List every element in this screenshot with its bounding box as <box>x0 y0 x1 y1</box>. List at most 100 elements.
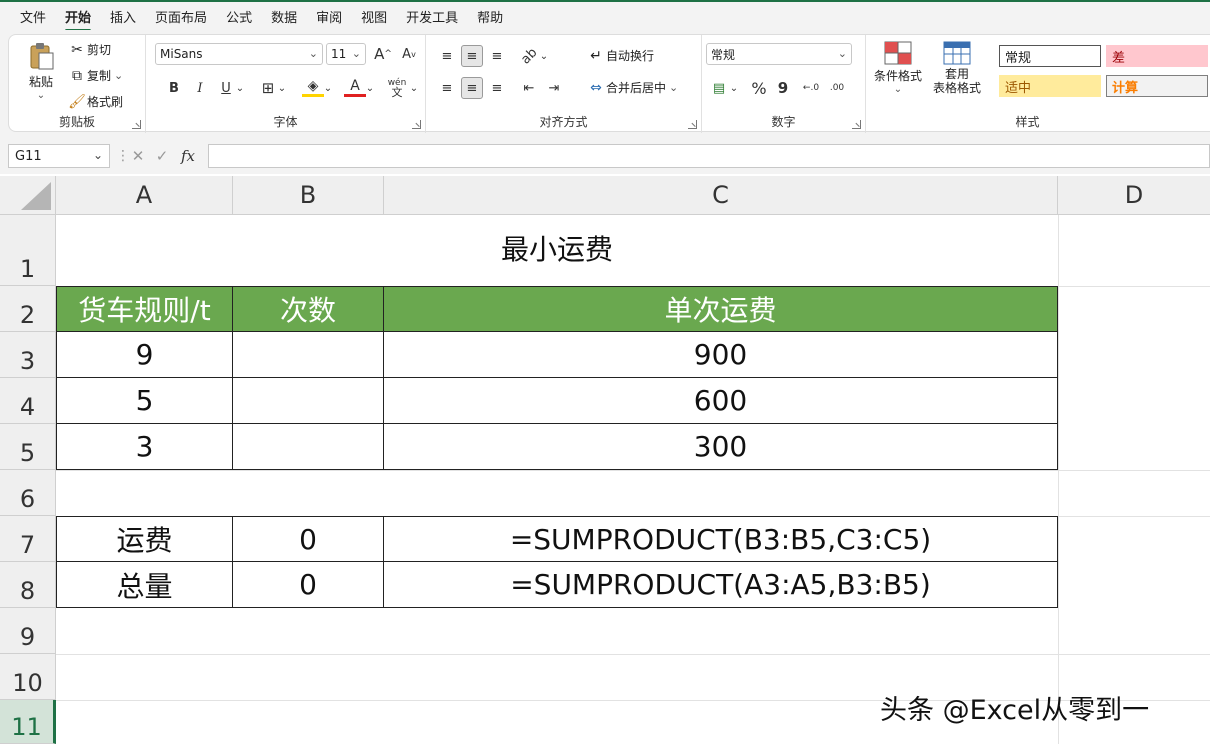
align-left-icon[interactable]: ≡ <box>436 77 458 99</box>
row-header-11[interactable]: 11 <box>0 700 56 744</box>
insert-function-button[interactable]: fx <box>174 147 202 165</box>
menu-insert[interactable]: 插入 <box>110 7 136 26</box>
cell-b8[interactable]: 0 <box>233 562 384 608</box>
cell-a7[interactable]: 运费 <box>56 516 233 562</box>
cell-c4[interactable]: 600 <box>384 378 1058 424</box>
copy-button[interactable]: ⧉ 复制 <box>67 67 123 84</box>
merge-center-button[interactable]: ⇔ 合并后居中 <box>586 79 678 96</box>
cancel-icon[interactable]: ✕ <box>126 147 150 165</box>
header-truck-rule[interactable]: 货车规则/t <box>56 286 233 332</box>
select-all-button[interactable] <box>0 176 56 215</box>
cell-style-neutral[interactable]: 适中 <box>999 75 1101 97</box>
header-count[interactable]: 次数 <box>233 286 384 332</box>
row-header-1[interactable]: 1 <box>0 215 56 286</box>
fill-dropdown-icon[interactable]: ⌄ <box>322 77 334 99</box>
menu-file[interactable]: 文件 <box>20 7 46 26</box>
increase-decimal-icon[interactable]: ←.0 <box>800 77 822 99</box>
cell-style-calculation[interactable]: 计算 <box>1106 75 1208 97</box>
cell-c7[interactable]: =SUMPRODUCT(B3:B5,C3:C5) <box>384 516 1058 562</box>
column-header-c[interactable]: C <box>384 176 1058 215</box>
cell-c8[interactable]: =SUMPRODUCT(A3:A5,B3:B5) <box>384 562 1058 608</box>
menu-data[interactable]: 数据 <box>271 7 297 26</box>
menu-formulas[interactable]: 公式 <box>226 7 252 26</box>
decrease-indent-icon[interactable]: ⇤ <box>518 77 540 99</box>
cell-style-bad[interactable]: 差 <box>1106 45 1208 67</box>
row-header-5[interactable]: 5 <box>0 424 56 470</box>
menu-view[interactable]: 视图 <box>361 7 387 26</box>
conditional-formatting-button[interactable]: 条件格式 ⌄ <box>872 41 924 95</box>
font-size-select[interactable]: 11 ⌄ <box>326 43 366 65</box>
font-name-select[interactable]: MiSans ⌄ <box>155 43 323 65</box>
row-header-2[interactable]: 2 <box>0 286 56 332</box>
cell-b5[interactable] <box>233 424 384 470</box>
enter-icon[interactable]: ✓ <box>150 147 174 165</box>
fill-color-icon[interactable]: ◈ <box>302 77 324 97</box>
menu-developer[interactable]: 开发工具 <box>406 7 458 26</box>
clipboard-launcher-icon[interactable] <box>132 120 141 129</box>
accounting-dropdown-icon[interactable]: ⌄ <box>728 77 740 99</box>
percent-button[interactable]: % <box>748 77 770 99</box>
chevron-down-icon: ⌄ <box>92 148 103 162</box>
format-painter-label: 格式刷 <box>87 95 124 109</box>
grow-font-button[interactable]: A ^ <box>372 43 394 65</box>
header-single-freight[interactable]: 单次运费 <box>384 286 1058 332</box>
name-box[interactable]: G11 ⌄ <box>8 144 110 168</box>
column-header-d[interactable]: D <box>1058 176 1210 215</box>
styles-group: 条件格式 ⌄ 套用 表格格式 常规 差 适中 计算 样式 <box>866 35 1210 133</box>
align-top-icon[interactable]: ≡ <box>436 45 458 67</box>
align-bottom-icon[interactable]: ≡ <box>486 45 508 67</box>
number-launcher-icon[interactable] <box>852 120 861 129</box>
row-header-8[interactable]: 8 <box>0 562 56 608</box>
cell-b4[interactable] <box>233 378 384 424</box>
font-launcher-icon[interactable] <box>412 120 421 129</box>
menu-review[interactable]: 审阅 <box>316 7 342 26</box>
orientation-dropdown-icon[interactable]: ⌄ <box>538 45 550 67</box>
shrink-font-button[interactable]: Av <box>398 43 420 65</box>
number-format-value: 常规 <box>711 47 736 62</box>
cell-a5[interactable]: 3 <box>56 424 233 470</box>
menu-page-layout[interactable]: 页面布局 <box>155 7 207 26</box>
comma-style-button[interactable]: 9 <box>772 77 794 99</box>
cell-c3[interactable]: 900 <box>384 332 1058 378</box>
align-center-icon[interactable]: ≡ <box>461 77 483 99</box>
alignment-launcher-icon[interactable] <box>688 120 697 129</box>
cut-button[interactable]: ✂ 剪切 <box>67 41 111 58</box>
cell-a4[interactable]: 5 <box>56 378 233 424</box>
formula-input[interactable] <box>208 144 1210 168</box>
font-color-button[interactable]: A <box>344 77 366 97</box>
increase-indent-icon[interactable]: ⇥ <box>543 77 565 99</box>
cell-style-normal[interactable]: 常规 <box>999 45 1101 67</box>
phonetic-button[interactable]: wén 文 <box>386 77 408 99</box>
number-format-select[interactable]: 常规 ⌄ <box>706 43 852 65</box>
cell-b3[interactable] <box>233 332 384 378</box>
menu-home[interactable]: 开始 <box>65 7 92 32</box>
row-header-6[interactable]: 6 <box>0 470 56 516</box>
underline-dropdown-icon[interactable]: ⌄ <box>234 77 246 99</box>
italic-button[interactable]: I <box>189 77 211 99</box>
font-color-dropdown-icon[interactable]: ⌄ <box>364 77 376 99</box>
borders-dropdown-icon[interactable]: ⌄ <box>276 77 288 99</box>
cell-c5[interactable]: 300 <box>384 424 1058 470</box>
format-as-table-button[interactable]: 套用 表格格式 <box>926 41 988 95</box>
sheet-title[interactable]: 最小运费 <box>56 215 1058 286</box>
row-header-4[interactable]: 4 <box>0 378 56 424</box>
phonetic-dropdown-icon[interactable]: ⌄ <box>408 77 420 99</box>
row-header-9[interactable]: 9 <box>0 608 56 654</box>
row-header-3[interactable]: 3 <box>0 332 56 378</box>
row-header-10[interactable]: 10 <box>0 654 56 700</box>
menu-help[interactable]: 帮助 <box>477 7 503 26</box>
decrease-decimal-icon[interactable]: .00 <box>826 77 848 99</box>
accounting-icon[interactable]: ▤ <box>708 77 730 99</box>
column-header-a[interactable]: A <box>56 176 233 215</box>
wrap-text-button[interactable]: ↵ 自动换行 <box>586 47 654 64</box>
bold-button[interactable]: B <box>163 77 185 99</box>
cell-a8[interactable]: 总量 <box>56 562 233 608</box>
row-header-7[interactable]: 7 <box>0 516 56 562</box>
align-middle-icon[interactable]: ≡ <box>461 45 483 67</box>
cell-b7[interactable]: 0 <box>233 516 384 562</box>
paste-button[interactable]: 粘贴 ⌄ <box>23 41 59 101</box>
format-painter-button[interactable]: 🖌 格式刷 <box>67 93 123 110</box>
cell-a3[interactable]: 9 <box>56 332 233 378</box>
column-header-b[interactable]: B <box>233 176 384 215</box>
align-right-icon[interactable]: ≡ <box>486 77 508 99</box>
